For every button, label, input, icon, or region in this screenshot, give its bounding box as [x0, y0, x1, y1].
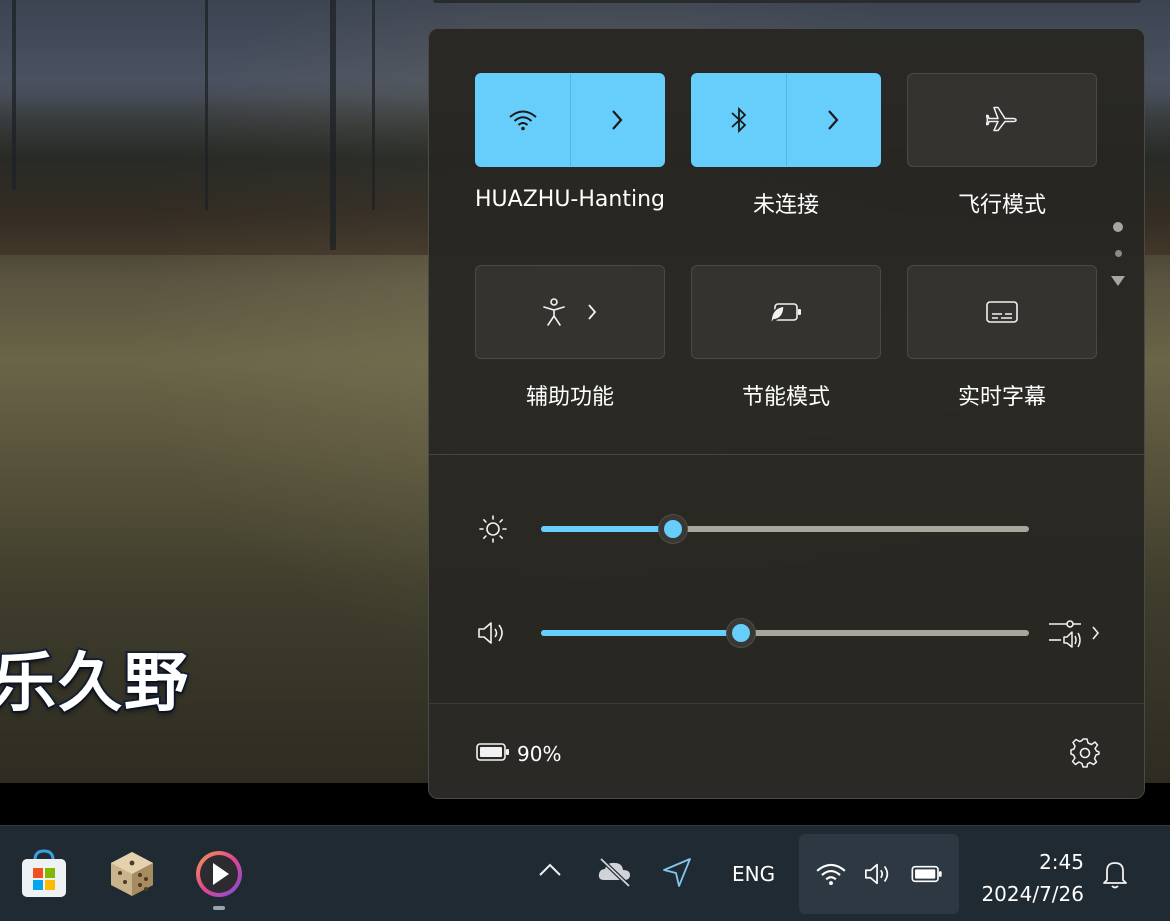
triangle-down-icon[interactable] [1110, 275, 1126, 287]
wifi-tile[interactable] [475, 73, 665, 167]
brightness-icon [477, 513, 509, 545]
accessibility-icon [541, 297, 567, 327]
utility-pole [205, 0, 208, 210]
bluetooth-devices-button[interactable] [787, 74, 881, 166]
volume-slider[interactable] [541, 619, 1029, 647]
volume-row [429, 613, 1144, 653]
accessibility-tile[interactable] [475, 265, 665, 359]
utility-pole [330, 0, 336, 250]
sound-mixer-icon [1049, 620, 1100, 648]
video-subtitle: 乐久野 [0, 645, 190, 723]
accessibility-tile-label: 辅助功能 [525, 385, 614, 410]
taskbar-app-store[interactable] [16, 846, 72, 902]
airplane-mode-tile[interactable] [907, 73, 1097, 167]
wifi-tile-label: HUAZHU-Hanting [475, 187, 665, 212]
energy-saver-icon [769, 299, 803, 325]
page-dot-active[interactable] [1113, 222, 1123, 232]
airplane-icon [986, 106, 1018, 134]
network-volume-battery-button[interactable] [799, 834, 959, 914]
volume-slider-fill [541, 630, 742, 636]
chevron-right-icon [609, 108, 625, 132]
wifi-icon [508, 108, 538, 132]
store-icon [22, 849, 66, 897]
brightness-row [429, 509, 1144, 549]
wifi-icon [815, 861, 847, 887]
chevron-up-icon[interactable] [536, 860, 564, 880]
speaker-icon [862, 860, 894, 888]
live-captions-tile-label: 实时字幕 [957, 385, 1046, 410]
section-divider [429, 454, 1144, 455]
volume-slider-thumb[interactable] [727, 619, 756, 647]
utility-pole [372, 0, 375, 210]
quick-settings-footer: 90% [429, 703, 1144, 798]
location-icon[interactable] [660, 856, 694, 890]
bluetooth-tile[interactable] [691, 73, 881, 167]
battery-icon[interactable] [475, 740, 511, 764]
quick-settings-panel: HUAZHU-Hanting 未连接 飞行模式 辅助功能 节能模式 实时字幕 9… [428, 28, 1145, 799]
airplane-mode-tile-label: 飞行模式 [957, 193, 1046, 218]
chevron-right-icon [585, 301, 599, 323]
battery-percentage[interactable]: 90% [517, 742, 561, 766]
chevron-right-icon [825, 108, 841, 132]
onedrive-offline-icon[interactable] [596, 856, 634, 888]
bluetooth-tile-label: 未连接 [752, 193, 819, 218]
bell-icon[interactable] [1100, 858, 1130, 890]
taskbar: ENG 2:45 2024/7/26 [0, 825, 1170, 921]
clock-date: 2024/7/26 [981, 882, 1084, 906]
wifi-networks-button[interactable] [571, 74, 665, 166]
speaker-icon[interactable] [475, 618, 509, 648]
utility-pole [12, 0, 16, 190]
brightness-slider-thumb[interactable] [658, 515, 687, 543]
running-app-indicator [213, 906, 225, 910]
media-player-icon [196, 851, 242, 897]
energy-saver-tile-label: 节能模式 [741, 385, 830, 410]
battery-icon [910, 863, 944, 885]
live-captions-icon [985, 299, 1019, 325]
dice-icon [111, 852, 153, 896]
energy-saver-tile[interactable] [691, 265, 881, 359]
clock[interactable]: 2:45 2024/7/26 [981, 846, 1084, 910]
bluetooth-icon [729, 105, 749, 135]
wifi-toggle[interactable] [476, 74, 570, 166]
input-language-indicator[interactable]: ENG [732, 862, 775, 886]
taskbar-app-media-player[interactable] [191, 846, 247, 902]
bluetooth-toggle[interactable] [692, 74, 786, 166]
gear-icon[interactable] [1069, 737, 1101, 769]
sound-mixer-button[interactable] [1047, 617, 1105, 649]
taskbar-app-dice[interactable] [104, 846, 160, 902]
brightness-slider-fill [541, 526, 673, 532]
page-dot[interactable] [1114, 250, 1122, 257]
page-indicator [1110, 222, 1126, 287]
live-captions-tile[interactable] [907, 265, 1097, 359]
clock-time: 2:45 [1039, 850, 1084, 874]
panel-top-edge [433, 0, 1141, 3]
brightness-slider[interactable] [541, 515, 1029, 543]
